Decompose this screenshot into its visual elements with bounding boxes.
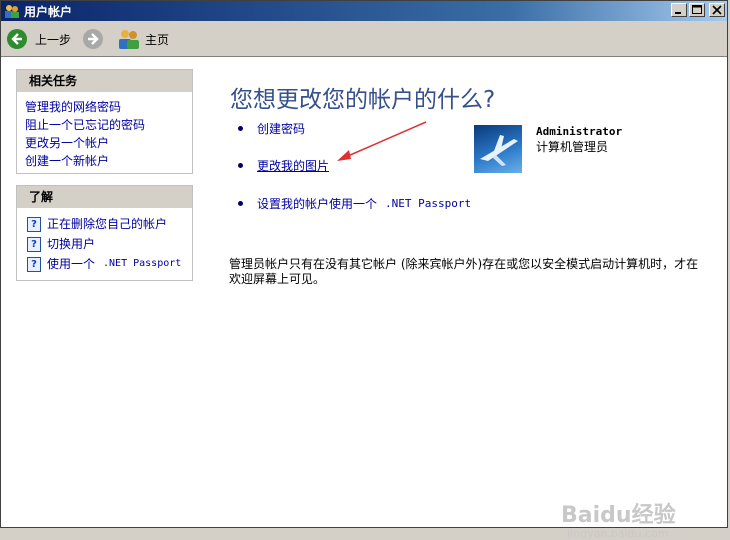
learn-header: 了解 (17, 186, 192, 208)
create-new-account-link[interactable]: 创建一个新帐户 (25, 152, 192, 170)
account-picture[interactable] (474, 125, 522, 173)
admin-visibility-note: 管理员帐户只有在没有其它帐户 (除来宾帐户外)存在或您以安全模式启动计算机时，才… (229, 257, 699, 286)
user-accounts-icon (5, 5, 19, 18)
related-tasks-header: 相关任务 (17, 70, 192, 92)
watermark: Baidu经验 (561, 503, 676, 528)
task-label: 创建密码 (257, 122, 306, 136)
content-area: 相关任务 管理我的网络密码 阻止一个已忘记的密码 更改另一个帐户 创建一个新帐户… (1, 57, 727, 540)
window-title: 用户帐户 (24, 4, 73, 19)
related-tasks-panel: 相关任务 管理我的网络密码 阻止一个已忘记的密码 更改另一个帐户 创建一个新帐户 (16, 69, 193, 174)
maximize-button[interactable] (689, 3, 705, 17)
forward-arrow-icon (83, 29, 103, 49)
help-deleting-own-account-link[interactable]: ? 正在删除您自己的帐户 (25, 214, 192, 234)
title-bar[interactable]: 用户帐户 (1, 1, 727, 21)
help-icon: ? (27, 256, 41, 272)
task-label: 设置我的帐户使用一个 (257, 197, 378, 211)
maximize-icon (692, 5, 702, 14)
help-item-label: 正在删除您自己的帐户 (47, 217, 168, 231)
help-net-passport-link[interactable]: ? 使用一个 .NET Passport (25, 254, 192, 274)
help-item-label: 使用一个 (47, 257, 96, 271)
change-picture-task[interactable]: 更改我的图片 (238, 157, 329, 174)
account-name: Administrator (536, 125, 623, 138)
bullet-icon (238, 126, 243, 131)
net-passport-task[interactable]: 设置我的帐户使用一个 .NET Passport (238, 195, 471, 212)
back-label: 上一步 (35, 32, 72, 47)
user-accounts-window: 用户帐户 上一步 主页 相关任务 管理我的网络密码 阻止一个已忘记的密码 更改另… (0, 0, 728, 540)
bullet-icon (238, 201, 243, 206)
home-label: 主页 (145, 32, 170, 47)
help-item-label-mono: .NET Passport (103, 258, 182, 269)
account-role: 计算机管理员 (536, 140, 609, 154)
bullet-icon (238, 163, 243, 168)
home-button[interactable]: 主页 (117, 27, 169, 51)
page-heading: 您想更改您的帐户的什么? (230, 87, 496, 113)
back-arrow-icon (7, 29, 27, 49)
toolbar: 上一步 主页 (1, 21, 727, 57)
help-switch-user-link[interactable]: ? 切换用户 (25, 234, 192, 254)
minimize-button[interactable] (671, 3, 687, 17)
home-users-icon (119, 30, 139, 49)
help-icon: ? (27, 216, 41, 232)
manage-network-passwords-link[interactable]: 管理我的网络密码 (25, 98, 192, 116)
annotation-arrow (337, 121, 427, 161)
create-password-task[interactable]: 创建密码 (238, 120, 305, 137)
minimize-icon (675, 12, 681, 14)
change-another-account-link[interactable]: 更改另一个帐户 (25, 134, 192, 152)
close-button[interactable] (709, 3, 725, 17)
prevent-forgotten-password-link[interactable]: 阻止一个已忘记的密码 (25, 116, 192, 134)
airplane-icon (480, 135, 518, 166)
help-icon: ? (27, 236, 41, 252)
task-label-mono: .NET Passport (385, 197, 472, 210)
forward-button[interactable] (83, 27, 103, 51)
watermark-url: jingyan.baidu.com (567, 527, 669, 540)
help-item-label: 切换用户 (47, 237, 96, 251)
learn-panel: 了解 ? 正在删除您自己的帐户 ? 切换用户 ? 使用一个 .NET Passp… (16, 185, 193, 281)
close-icon (712, 5, 722, 15)
back-button[interactable]: 上一步 (7, 27, 71, 51)
task-label: 更改我的图片 (257, 159, 330, 173)
